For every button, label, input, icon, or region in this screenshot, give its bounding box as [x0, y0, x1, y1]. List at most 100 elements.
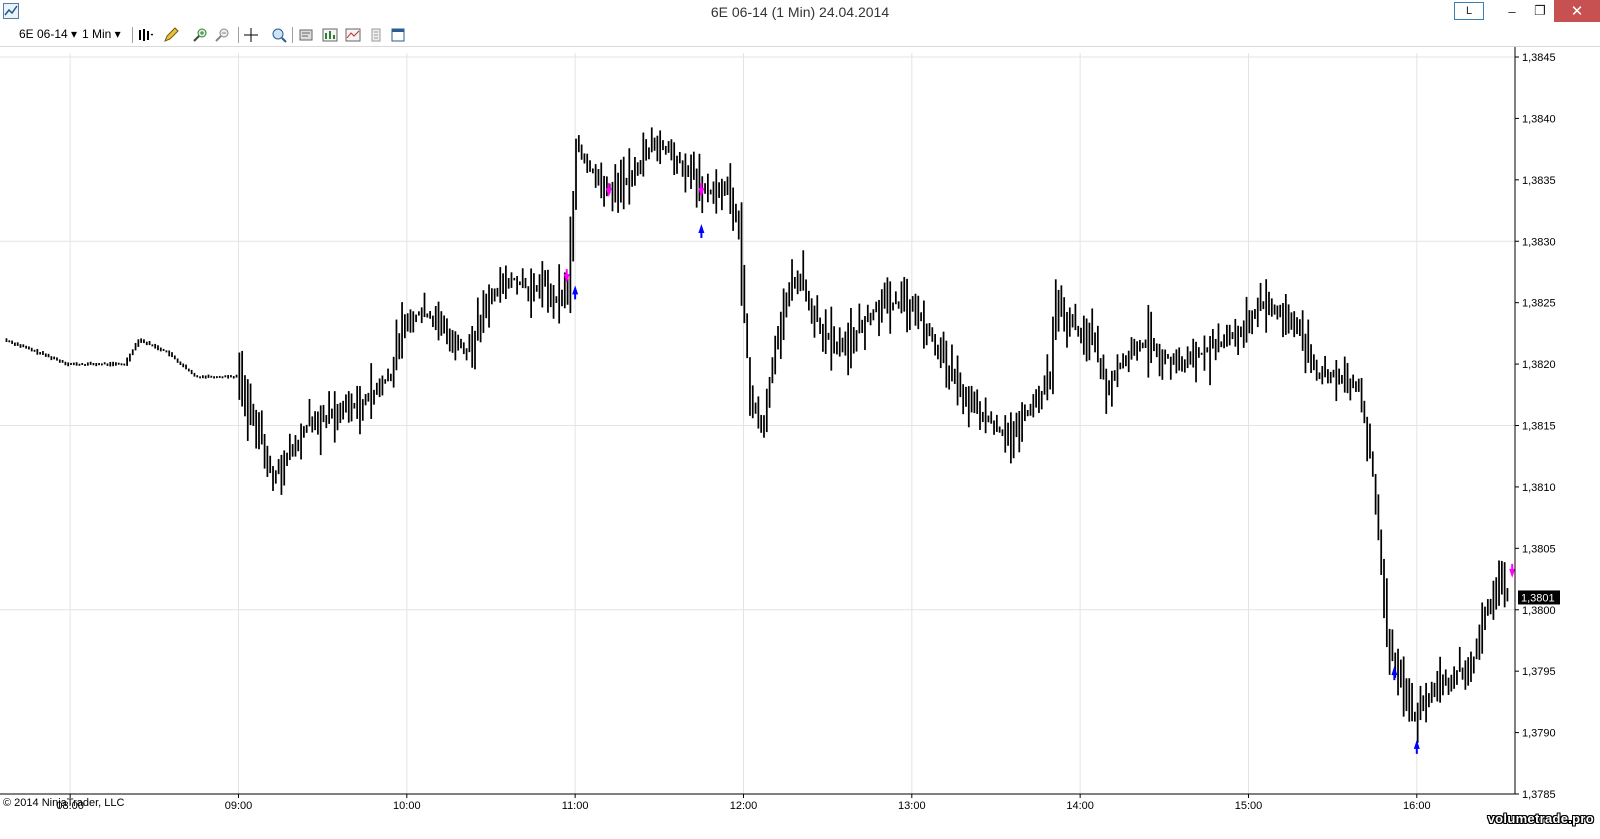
price-bar: [81, 362, 84, 365]
indicators-icon[interactable]: [345, 27, 361, 43]
price-bar: [1040, 391, 1043, 410]
x-axis[interactable]: 08:00 09:00 10:00 11:00 12:00 13:00 14:00 15:00…: [56, 794, 1431, 812]
instrument-selector[interactable]: 6E 06-14 ▾: [19, 27, 77, 41]
price-bar: [1018, 411, 1021, 453]
price-bar: [678, 151, 681, 164]
price-bar: [1068, 307, 1071, 337]
price-bar: [586, 153, 589, 173]
price-bar: [1383, 558, 1385, 619]
price-bar: [84, 363, 86, 366]
price-bar: [1397, 648, 1399, 696]
minimize-button[interactable]: –: [1498, 0, 1526, 22]
price-bar: [597, 169, 600, 186]
price-bar: [331, 408, 333, 419]
strategies-icon[interactable]: [322, 27, 338, 43]
price-bar: [154, 343, 157, 349]
data-box-icon[interactable]: [271, 27, 287, 43]
price-bar: [384, 379, 387, 384]
price-bar: [580, 144, 583, 160]
price-bar: [224, 375, 227, 378]
price-bar: [1234, 318, 1237, 347]
price-bar: [126, 357, 128, 366]
price-bar: [1371, 451, 1374, 477]
price-bar: [962, 384, 965, 415]
price-bar: [1139, 339, 1141, 352]
price-bar: [389, 373, 392, 382]
price-bar: [443, 315, 446, 334]
price-bar: [880, 289, 883, 323]
price-bar: [1085, 318, 1088, 362]
price-bar: [232, 376, 235, 379]
price-bar: [1293, 311, 1296, 338]
price-bar: [1242, 320, 1245, 348]
price-bar: [516, 276, 518, 295]
site-watermark: volumetrade.pro: [1487, 811, 1594, 826]
interval-selector[interactable]: 1 Min ▾: [82, 27, 121, 41]
price-bar: [687, 165, 690, 178]
crosshair-icon[interactable]: [243, 27, 259, 43]
price-bar: [939, 337, 942, 369]
price-bar: [179, 361, 182, 365]
price-bar: [600, 162, 603, 199]
zoom-out-icon[interactable]: [214, 27, 230, 43]
price-bar: [746, 313, 749, 359]
price-bar: [277, 459, 280, 475]
chart-trader-icon[interactable]: [368, 27, 384, 43]
properties-icon[interactable]: [298, 27, 314, 43]
workspace-icon[interactable]: [390, 27, 406, 43]
price-bar: [381, 375, 384, 396]
close-button[interactable]: ✕: [1554, 0, 1600, 22]
link-button[interactable]: L: [1454, 2, 1484, 20]
price-bar: [61, 360, 64, 363]
price-bar: [1158, 343, 1161, 377]
price-bar: [221, 376, 224, 379]
price-bar: [1021, 402, 1023, 442]
price-bar: [19, 344, 22, 348]
price-bar: [642, 132, 645, 177]
price-bar: [176, 358, 179, 363]
price-bar: [894, 291, 897, 305]
price-bar: [1130, 337, 1133, 360]
price-bar: [460, 338, 462, 349]
price-bar: [732, 187, 734, 231]
price-bar: [558, 264, 561, 324]
price-bar: [319, 405, 322, 456]
price-bar: [1282, 303, 1284, 338]
price-bar: [1057, 289, 1060, 332]
price-bar: [171, 352, 173, 358]
price-bar: [735, 203, 737, 223]
price-bar: [1405, 678, 1408, 712]
title-bar: 6E 06-14 (1 Min) 24.04.2014 L – ❐ ✕: [0, 0, 1600, 24]
y-tick-label: 1,3810: [1522, 482, 1556, 494]
price-bar: [1290, 312, 1293, 330]
price-bar: [836, 341, 838, 355]
price-bar: [816, 295, 819, 323]
zoom-in-icon[interactable]: [192, 27, 208, 43]
price-bar: [493, 288, 496, 302]
price-bar: [979, 401, 981, 430]
price-bar: [692, 151, 695, 180]
price-bar: [1195, 341, 1197, 383]
y-axis[interactable]: 1,3785 1,3790 1,3795 1,3800 1,3805 1,3810 1,38…: [1515, 52, 1556, 801]
price-bar: [185, 364, 187, 370]
price-bar: [1200, 352, 1203, 355]
price-bar: [1321, 366, 1324, 385]
price-bar: [1096, 325, 1099, 363]
price-bar: [993, 420, 995, 435]
price-bar: [1268, 291, 1270, 316]
buy-arrow-marker: [1391, 666, 1398, 681]
bar-style-icon[interactable]: [137, 27, 153, 43]
price-bar: [336, 403, 339, 431]
price-bar: [157, 345, 159, 351]
price-bar: [280, 454, 283, 495]
price-bar: [1433, 682, 1436, 698]
price-bar: [535, 285, 538, 292]
price-chart[interactable]: 1,3785 1,3790 1,3795 1,3800 1,3805 1,3810 1,38…: [0, 47, 1600, 839]
drawing-pencil-icon[interactable]: [163, 27, 179, 43]
price-bar: [1251, 310, 1254, 335]
price-bar: [1374, 474, 1377, 515]
price-bar: [1172, 353, 1175, 365]
price-bar: [322, 404, 325, 423]
maximize-button[interactable]: ❐: [1526, 0, 1554, 22]
x-tick-label: 12:00: [730, 800, 758, 812]
